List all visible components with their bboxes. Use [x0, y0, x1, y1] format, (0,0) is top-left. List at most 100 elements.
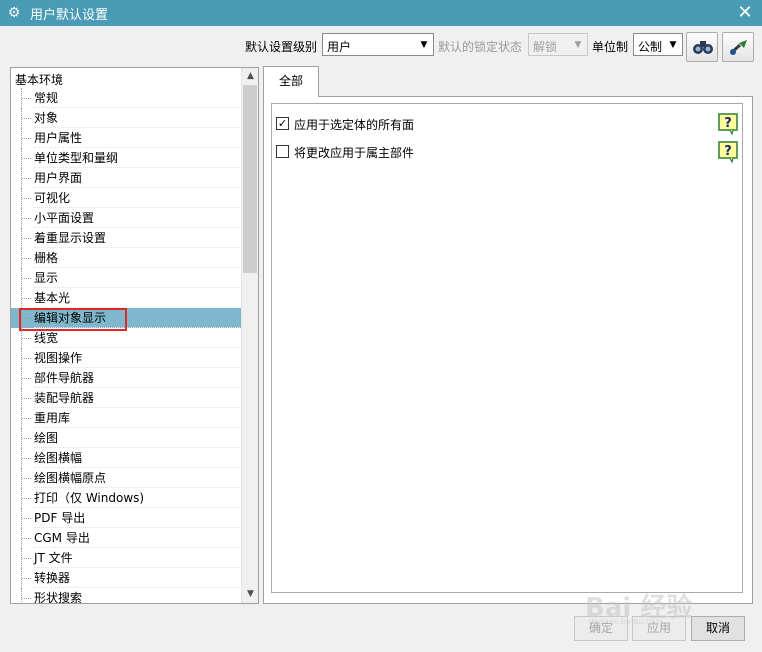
tree-item[interactable]: 打印（仅 Windows)	[11, 488, 242, 508]
tool-icon	[730, 40, 747, 55]
tree-item[interactable]: 用户界面	[11, 168, 242, 188]
title-bar: ⚙ 用户默认设置 ✕	[0, 0, 762, 26]
tree-item-label: 绘图	[34, 431, 59, 445]
tree-item[interactable]: 用户属性	[11, 128, 242, 148]
tree-item[interactable]: 显示	[11, 268, 242, 288]
tree-item-label: 线宽	[34, 331, 59, 345]
unit-select-value: 公制	[638, 40, 663, 54]
tree-item-label: 部件导航器	[34, 371, 95, 385]
tree-connector	[21, 348, 33, 368]
tree-item[interactable]: 形状搜索	[11, 588, 242, 603]
settings-gear-icon: ⚙	[7, 5, 21, 21]
window-title: 用户默认设置	[30, 7, 109, 23]
tree-connector	[21, 148, 33, 168]
tree-item[interactable]: PDF 导出	[11, 508, 242, 528]
tree-connector	[21, 288, 33, 308]
level-select-value: 用户	[327, 40, 352, 54]
tree-connector	[21, 168, 33, 188]
lock-select[interactable]: 解锁 ▼	[528, 33, 588, 56]
customize-button[interactable]	[722, 32, 754, 62]
checkbox-apply-owner-part[interactable]	[276, 145, 289, 158]
find-setting-button[interactable]	[686, 32, 718, 62]
lock-label: 默认的锁定状态	[438, 40, 523, 54]
tree-connector	[21, 388, 33, 408]
tree-item-label: 显示	[34, 271, 59, 285]
tree-item[interactable]: 重用库	[11, 408, 242, 428]
tree-connector	[21, 588, 33, 603]
option-row[interactable]: ✓ 应用于选定体的所有面 ?	[276, 113, 738, 135]
help-icon[interactable]: ?	[718, 141, 738, 163]
tree-connector	[21, 328, 33, 348]
tree-item-label: 绘图横幅	[34, 451, 83, 465]
toolbar: 默认设置级别 用户 ▼ 默认的锁定状态 解锁 ▼ 单位制 公制 ▼	[0, 32, 762, 62]
tree-item-label: 重用库	[34, 411, 71, 425]
tree-item-label: PDF 导出	[34, 511, 86, 525]
tree-connector	[21, 428, 33, 448]
scroll-down-icon[interactable]: ▼	[242, 586, 258, 603]
tree-item[interactable]: 绘图	[11, 428, 242, 448]
tree-item[interactable]: 视图操作	[11, 348, 242, 368]
tree-item[interactable]: CGM 导出	[11, 528, 242, 548]
tree-item-label: JT 文件	[34, 551, 73, 565]
cancel-button[interactable]: 取消	[691, 616, 745, 641]
option-row[interactable]: 将更改应用于属主部件 ?	[276, 141, 738, 163]
level-label: 默认设置级别	[245, 40, 318, 54]
tree-item[interactable]: 栅格	[11, 248, 242, 268]
scroll-up-icon[interactable]: ▲	[242, 68, 258, 85]
tree-item-label: CGM 导出	[34, 531, 90, 545]
option-label: 将更改应用于属主部件	[294, 146, 415, 160]
tree-item[interactable]: 绘图横幅	[11, 448, 242, 468]
tree-connector	[21, 208, 33, 228]
tree-item[interactable]: 部件导航器	[11, 368, 242, 388]
tree-item-label: 基本光	[34, 291, 71, 305]
tree-item[interactable]: 编辑对象显示	[11, 308, 242, 331]
close-icon[interactable]: ✕	[734, 2, 756, 24]
ok-button[interactable]: 确定	[574, 616, 628, 641]
tree-item[interactable]: 对象	[11, 108, 242, 128]
tree-item[interactable]: 可视化	[11, 188, 242, 208]
tree-scrollbar[interactable]: ▲ ▼	[241, 68, 258, 603]
tree-connector	[21, 188, 33, 208]
tree-item[interactable]: 装配导航器	[11, 388, 242, 408]
tree-item[interactable]: 常规	[11, 88, 242, 108]
tree-connector	[21, 528, 33, 548]
svg-text:?: ?	[724, 144, 732, 159]
tab-strip: 全部	[263, 66, 753, 97]
tree-connector	[21, 508, 33, 528]
checkbox-apply-all-faces[interactable]: ✓	[276, 117, 289, 130]
tree-connector	[21, 248, 33, 268]
tree-item-label: 小平面设置	[34, 211, 95, 225]
tree-list: 常规 对象 用户属性单位类型和量纲用户界面可视化小平面设置着重显示设置栅格显示基本光…	[11, 88, 242, 603]
tree-item-label: 栅格	[34, 251, 59, 265]
tree-connector	[21, 108, 33, 128]
tree-item[interactable]: 单位类型和量纲	[11, 148, 242, 168]
settings-tree[interactable]: 基本环境 常规 对象 用户属性单位类型和量纲用户界面可视化小平面设置着重显示设置栅格…	[10, 67, 259, 604]
tree-item[interactable]: 线宽	[11, 328, 242, 348]
tab-all[interactable]: 全部	[263, 66, 319, 97]
tree-item[interactable]: 着重显示设置	[11, 228, 242, 248]
tree-connector	[21, 128, 33, 148]
tree-item-label: 可视化	[34, 191, 71, 205]
tree-item[interactable]: 转换器	[11, 568, 242, 588]
level-select[interactable]: 用户 ▼	[322, 33, 434, 56]
tree-item-label: 单位类型和量纲	[34, 151, 119, 165]
tree-item[interactable]: 绘图横幅原点	[11, 468, 242, 488]
unit-select[interactable]: 公制 ▼	[633, 33, 683, 56]
tree-item-label: 打印（仅 Windows)	[34, 491, 145, 505]
tree-connector	[21, 228, 33, 248]
chevron-down-icon: ▼	[669, 40, 677, 50]
tree-item[interactable]: 基本光	[11, 288, 242, 308]
tree-connector	[21, 488, 33, 508]
tree-item[interactable]: JT 文件	[11, 548, 242, 568]
unit-label: 单位制	[592, 40, 629, 54]
tree-root[interactable]: 基本环境	[15, 70, 63, 90]
tree-item[interactable]: 小平面设置	[11, 208, 242, 228]
tree-item-label: 转换器	[34, 571, 71, 585]
chevron-down-icon: ▼	[420, 40, 428, 50]
tree-item-label: 装配导航器	[34, 391, 95, 405]
scroll-thumb[interactable]	[243, 85, 257, 273]
apply-button[interactable]: 应用	[632, 616, 686, 641]
tree-connector	[21, 88, 33, 108]
options-group: ✓ 应用于选定体的所有面 ? 将更改应用于属主部件 ?	[271, 103, 743, 593]
help-icon[interactable]: ?	[718, 113, 738, 135]
